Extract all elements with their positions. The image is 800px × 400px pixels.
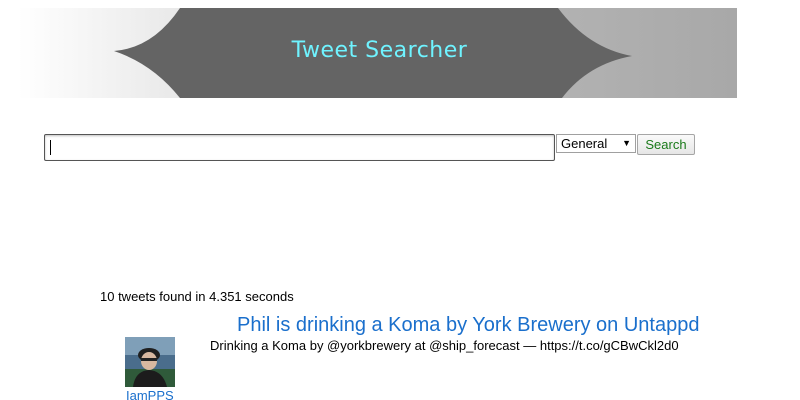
dropdown-arrow-icon: ▼ (622, 138, 631, 148)
tweet-title-link[interactable]: Phil is drinking a Koma by York Brewery … (237, 314, 699, 337)
text-caret (50, 140, 51, 155)
tweet-username-link[interactable]: IamPPS (126, 388, 174, 400)
user-avatar[interactable] (125, 337, 175, 387)
page: Tweet Searcher General ▼ Search 10 tweet… (0, 0, 800, 400)
search-input[interactable] (44, 134, 555, 161)
tweet-text: Drinking a Koma by @yorkbrewery at @ship… (210, 338, 679, 353)
search-scope-select[interactable]: General ▼ (556, 134, 636, 153)
avatar-photo-icon (125, 337, 175, 387)
search-button[interactable]: Search (637, 134, 695, 155)
page-title: Tweet Searcher (291, 38, 468, 63)
result-summary: 10 tweets found in 4.351 seconds (100, 289, 294, 304)
header-banner: Tweet Searcher (18, 8, 737, 98)
search-scope-value: General (561, 136, 608, 151)
